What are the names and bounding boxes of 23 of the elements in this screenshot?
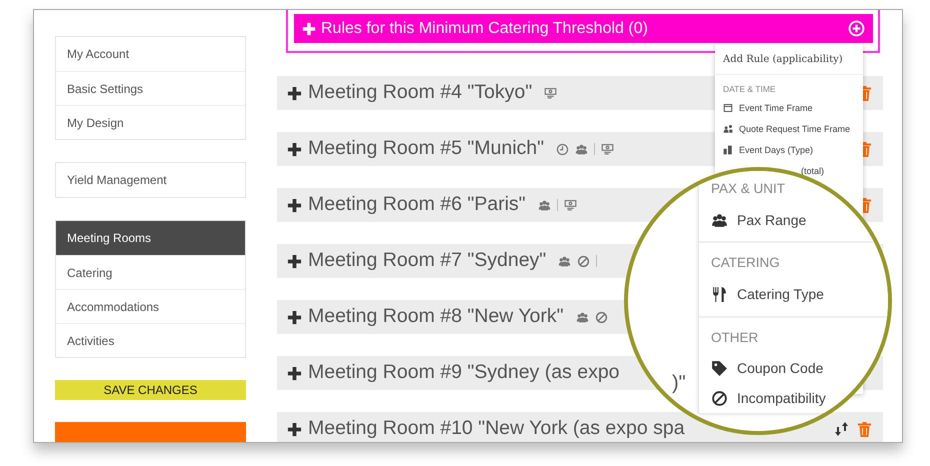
section-header: CATERING	[711, 254, 781, 272]
magnified-text: )"	[672, 373, 686, 393]
sidebar-item[interactable]: Meeting Rooms	[56, 221, 245, 255]
menu-item[interactable]: Catering Type	[737, 284, 824, 305]
room-title[interactable]: Meeting Room #9 "Sydney (as expo	[308, 358, 620, 388]
save-button[interactable]: SAVE CHANGES	[55, 380, 246, 400]
dropdown-title: Add Rule (applicability)	[715, 44, 863, 75]
menu-item[interactable]: Coupon Code	[737, 358, 824, 380]
menu-item[interactable]: Pax Range	[737, 210, 806, 231]
menu-item[interactable]: Event Time Frame	[739, 102, 813, 115]
room-title[interactable]: Meeting Room #8 "New York"	[308, 302, 564, 332]
room-title[interactable]: Meeting Room #4 "Tokyo"	[308, 78, 532, 108]
room-title[interactable]: Meeting Room #5 "Munich"	[308, 134, 544, 164]
section-header: DATE & TIME	[722, 83, 777, 96]
section-header: OTHER	[711, 328, 760, 346]
room-title[interactable]: Meeting Room #6 "Paris"	[308, 190, 526, 220]
menu-item[interactable]: Quote Request Time Frame	[739, 122, 850, 136]
menu-item[interactable]: (total)	[801, 164, 824, 178]
room-title[interactable]: Meeting Room #10 "New York (as expo spa	[308, 414, 685, 442]
menu-item[interactable]: Incompatibility	[737, 388, 826, 410]
menu-item[interactable]: Event Days (Type)	[739, 144, 814, 157]
room-title[interactable]: Meeting Room #7 "Sydney"	[308, 246, 546, 276]
section-header: PAX & UNIT	[711, 180, 786, 198]
